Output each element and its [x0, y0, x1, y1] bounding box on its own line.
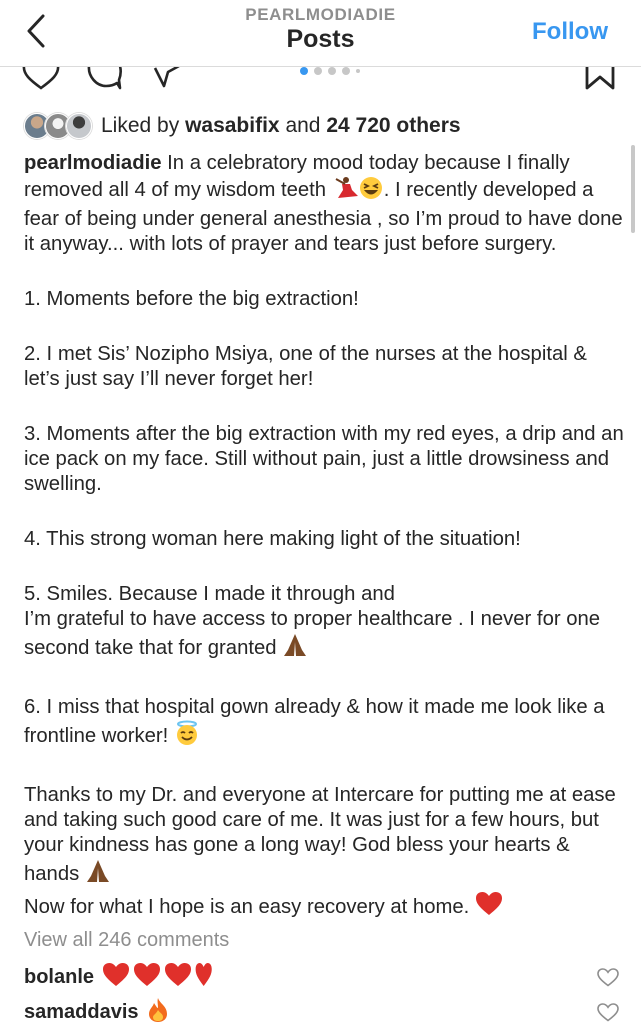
caption-paragraph: 2. I met Sis’ Nozipho Msiya, one of the … — [24, 343, 587, 390]
angel-smile-emoji-icon — [174, 720, 200, 753]
share-icon[interactable] — [152, 66, 182, 90]
liker-avatars — [24, 113, 94, 139]
carousel-dot — [314, 67, 322, 75]
post-caption: pearlmodiadie In a celebratory mood toda… — [24, 151, 624, 954]
comment-row: bolanle — [24, 962, 212, 993]
carousel-dot — [356, 69, 360, 73]
comment-row: samaddavis — [24, 997, 169, 1028]
heart-icon[interactable] — [22, 66, 60, 90]
caption-paragraph: 6. I miss that hospital gown already & h… — [24, 695, 624, 753]
comment-username[interactable]: samaddavis — [24, 1001, 139, 1024]
liker-username[interactable]: wasabifix — [185, 114, 280, 137]
carousel-indicator — [300, 67, 360, 75]
caption-paragraph: 3. Moments after the big extraction with… — [24, 423, 624, 495]
caption-paragraph: Thanks to my Dr. and everyone at Interca… — [24, 783, 624, 924]
praying-hands-emoji-icon — [282, 632, 308, 665]
likes-row[interactable]: Liked by wasabifix and 24 720 others — [24, 112, 461, 140]
comment-username[interactable]: bolanle — [24, 966, 94, 989]
carousel-dot — [342, 67, 350, 75]
follow-button[interactable]: Follow — [532, 18, 608, 46]
carousel-dot — [300, 67, 308, 75]
laughing-emoji-icon — [358, 176, 384, 207]
praying-hands-emoji-icon — [85, 858, 111, 891]
comment-like-heart-icon[interactable] — [597, 1003, 619, 1022]
avatar — [66, 113, 92, 139]
comment-like-heart-icon[interactable] — [597, 968, 619, 987]
comment-icon[interactable] — [86, 66, 122, 90]
bookmark-icon[interactable] — [584, 66, 616, 90]
scrollbar[interactable] — [631, 145, 635, 233]
dancer-emoji-icon — [332, 176, 358, 207]
caption-paragraph: 1. Moments before the big extraction! — [24, 288, 359, 310]
carousel-dot — [328, 67, 336, 75]
likes-others[interactable]: 24 720 others — [326, 114, 460, 137]
likes-text: Liked by wasabifix and 24 720 others — [101, 114, 461, 137]
fire-emoji-icon — [147, 997, 169, 1028]
four-red-hearts-emoji-icon — [102, 962, 212, 993]
caption-username[interactable]: pearlmodiadie — [24, 152, 162, 174]
view-all-comments-link[interactable]: View all 246 comments — [24, 929, 229, 952]
caption-paragraph: 5. Smiles. Because I made it through and… — [24, 582, 624, 665]
red-heart-emoji-icon — [475, 891, 503, 924]
top-bar: PEARLMODIADIE Posts Follow — [0, 0, 641, 67]
caption-paragraph: 4. This strong woman here making light o… — [24, 528, 521, 550]
caption-paragraph: pearlmodiadie In a celebratory mood toda… — [24, 152, 623, 255]
